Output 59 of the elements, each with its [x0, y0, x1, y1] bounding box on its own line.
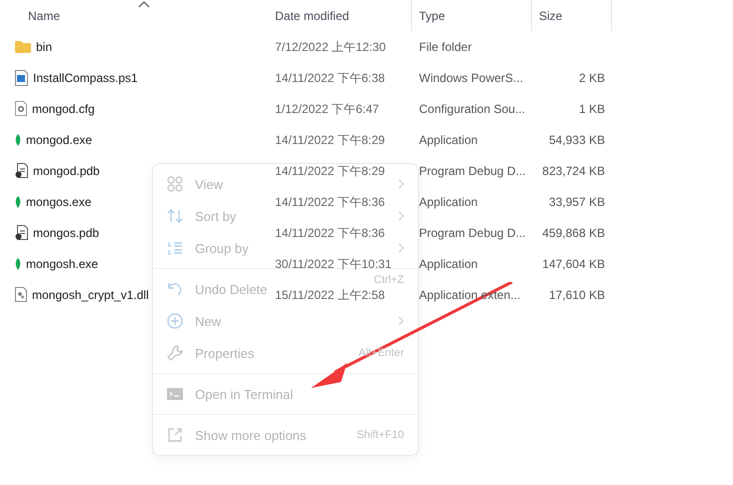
file-size: 17,610 KB — [548, 288, 606, 302]
file-name[interactable]: mongod.exe — [26, 132, 92, 146]
file-size: 147,604 KB — [542, 256, 606, 270]
leaf-icon — [15, 258, 21, 270]
file-type: Configuration Sou... — [418, 102, 526, 116]
date-modified: 14/11/2022 下午8:36 — [274, 226, 386, 240]
leaf-icon — [15, 134, 21, 146]
file-type: Application — [418, 194, 479, 208]
column-header[interactable]: Date modified — [275, 8, 350, 22]
file-name[interactable]: mongos.pdb — [33, 226, 100, 240]
file-type: Application — [418, 256, 479, 270]
file-type: Program Debug D... — [418, 164, 527, 178]
leaf-icon — [15, 196, 21, 208]
plus-circle-icon — [167, 313, 183, 329]
date-modified: 14/11/2022 下午6:38 — [274, 70, 386, 84]
wrench-icon — [167, 345, 183, 361]
file-size: 2 KB — [578, 70, 606, 84]
date-modified: 14/11/2022 下午8:29 — [274, 132, 386, 146]
terminal-icon — [167, 386, 183, 402]
chevron-right-icon — [398, 179, 404, 189]
file-size: 459,868 KB — [542, 226, 606, 240]
open-external-icon — [167, 427, 183, 443]
column-header[interactable]: Size — [539, 8, 562, 22]
date-modified: 14/11/2022 下午8:36 — [274, 194, 386, 208]
folder-icon — [15, 40, 31, 53]
script-file-icon — [15, 70, 28, 86]
file-size: 823,724 KB — [542, 164, 606, 178]
column-header[interactable]: Type — [419, 8, 446, 22]
date-modified: 15/11/2022 上午2:58 — [274, 288, 386, 302]
file-name[interactable]: mongosh_crypt_v1.dll — [32, 288, 149, 302]
undo-icon — [167, 281, 183, 297]
date-modified: 14/11/2022 下午8:29 — [274, 164, 386, 178]
column-header[interactable]: Name — [28, 8, 60, 22]
file-name[interactable]: mongos.exe — [26, 194, 92, 208]
file-name[interactable]: InstallCompass.ps1 — [33, 70, 138, 84]
shortcut-text: Shift+F10 — [356, 429, 404, 441]
date-modified: 1/12/2022 下午6:47 — [274, 102, 380, 116]
file-size: 33,957 KB — [548, 194, 606, 208]
chevron-right-icon — [398, 243, 404, 253]
date-modified: 30/11/2022 下午10:31 — [274, 256, 393, 270]
sort-icon — [167, 208, 183, 224]
chevron-right-icon — [398, 316, 404, 326]
file-size: 54,933 KB — [548, 132, 606, 146]
chevron-right-icon — [398, 211, 404, 221]
file-name[interactable]: bin — [36, 40, 52, 54]
file-name[interactable]: mongosh.exe — [26, 256, 98, 270]
file-name[interactable]: mongod.cfg — [32, 102, 95, 116]
file-type: Program Debug D... — [418, 226, 527, 240]
file-type: Windows PowerS... — [418, 70, 524, 84]
document-icon — [15, 163, 28, 178]
shortcut-text: Ctrl+Z — [374, 274, 404, 286]
file-size: 1 KB — [578, 102, 606, 116]
file-type: Application — [418, 132, 479, 146]
file-name[interactable]: mongod.pdb — [33, 164, 100, 178]
file-type: File folder — [418, 40, 473, 54]
grid-icon — [167, 176, 183, 192]
document-icon — [15, 225, 28, 240]
list-icon — [167, 240, 183, 256]
date-modified: 7/12/2022 上午12:30 — [274, 40, 387, 54]
